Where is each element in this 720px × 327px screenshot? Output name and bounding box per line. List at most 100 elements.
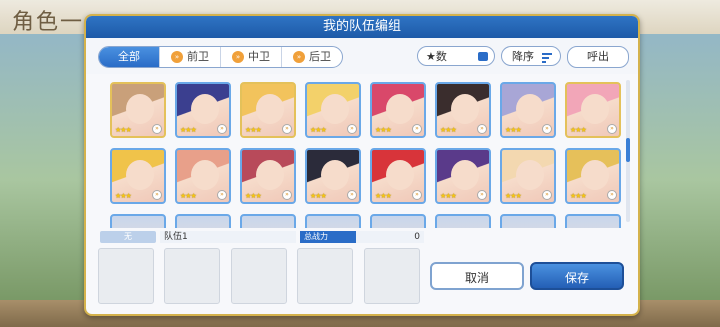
character-portrait <box>386 160 414 190</box>
character-grid: ★★★ » ★★★ » ★★★ » ★★★ » ★★★ » ★★★ » ★★★ » ★★★ » ★★★ » ★★★ »… <box>96 74 626 228</box>
character-portrait <box>191 94 219 124</box>
character-card[interactable]: ★★★ » <box>565 148 621 204</box>
star-rating: ★★★ <box>440 192 457 200</box>
team-slot-3[interactable] <box>231 248 287 304</box>
call-button[interactable]: 呼出 <box>567 46 629 68</box>
tab-back[interactable]: » 后卫 <box>282 47 342 67</box>
character-portrait <box>386 94 414 124</box>
cancel-button[interactable]: 取消 <box>430 262 524 290</box>
position-chevron-icon: » <box>282 124 292 134</box>
character-portrait <box>451 160 479 190</box>
chevron-right-icon: » <box>171 51 183 63</box>
star-rating: ★★★ <box>310 192 327 200</box>
character-card[interactable] <box>110 214 166 228</box>
character-card[interactable]: ★★★ » <box>435 82 491 138</box>
star-rating: ★★★ <box>310 126 327 134</box>
chevron-right-icon: » <box>293 51 305 63</box>
position-chevron-icon: » <box>542 190 552 200</box>
character-card[interactable] <box>240 214 296 228</box>
tab-label: 前卫 <box>187 50 209 63</box>
team-slot-2[interactable] <box>164 248 220 304</box>
team-edit-dialog: 我的队伍编组 全部 » 前卫 » 中卫 » 后卫 ★数 降序 呼出 ★★★ » … <box>84 14 640 316</box>
star-rating: ★★★ <box>505 192 522 200</box>
position-chevron-icon: » <box>412 124 422 134</box>
position-chevron-icon: » <box>152 124 162 134</box>
tab-front[interactable]: » 前卫 <box>160 47 221 67</box>
character-card[interactable]: ★★★ » <box>435 148 491 204</box>
team-slot-5[interactable] <box>364 248 420 304</box>
position-chevron-icon: » <box>542 124 552 134</box>
character-card[interactable] <box>175 214 231 228</box>
sort-lines-icon <box>542 53 552 65</box>
character-card[interactable]: ★★★ » <box>110 82 166 138</box>
sort-by-stars-button[interactable]: ★数 <box>417 46 495 66</box>
position-chevron-icon: » <box>152 190 162 200</box>
character-card[interactable] <box>500 214 556 228</box>
star-rating: ★★★ <box>245 126 262 134</box>
star-rating: ★★★ <box>440 126 457 134</box>
sort-order-label: 降序 <box>512 50 534 63</box>
team-slot-1[interactable] <box>98 248 154 304</box>
character-card[interactable]: ★★★ » <box>370 82 426 138</box>
grid-scrollbar[interactable] <box>626 80 630 222</box>
dialog-title: 我的队伍编组 <box>86 16 638 38</box>
character-portrait <box>126 160 154 190</box>
tab-all[interactable]: 全部 <box>99 47 160 67</box>
character-card[interactable]: ★★★ » <box>370 148 426 204</box>
character-portrait <box>126 94 154 124</box>
position-chevron-icon: » <box>217 190 227 200</box>
position-chevron-icon: » <box>607 124 617 134</box>
character-card[interactable]: ★★★ » <box>500 82 556 138</box>
character-portrait <box>256 160 284 190</box>
star-rating: ★★★ <box>115 126 132 134</box>
team-name[interactable]: 队伍1 <box>160 231 296 243</box>
filter-toolbar: 全部 » 前卫 » 中卫 » 后卫 ★数 降序 呼出 <box>86 38 638 74</box>
character-card[interactable]: ★★★ » <box>175 82 231 138</box>
position-chevron-icon: » <box>347 124 357 134</box>
character-card[interactable]: ★★★ » <box>305 148 361 204</box>
scrollbar-thumb[interactable] <box>626 138 630 162</box>
character-card[interactable]: ★★★ » <box>175 148 231 204</box>
save-button[interactable]: 保存 <box>530 262 624 290</box>
character-portrait <box>321 160 349 190</box>
tab-middle[interactable]: » 中卫 <box>221 47 282 67</box>
star-rating: ★★★ <box>375 126 392 134</box>
character-card[interactable]: ★★★ » <box>500 148 556 204</box>
character-card[interactable] <box>305 214 361 228</box>
star-rating: ★★★ <box>570 192 587 200</box>
team-slot-label: 无 <box>100 231 156 243</box>
character-card[interactable] <box>370 214 426 228</box>
sort-by-stars-label: ★数 <box>426 50 447 63</box>
star-rating: ★★★ <box>180 192 197 200</box>
position-chevron-icon: » <box>282 190 292 200</box>
star-rating: ★★★ <box>375 192 392 200</box>
sort-mode-icon <box>478 52 488 61</box>
chevron-right-icon: » <box>232 51 244 63</box>
character-card[interactable]: ★★★ » <box>240 82 296 138</box>
team-info-bar: 无 队伍1 总战力 0 <box>96 231 426 244</box>
character-card[interactable]: ★★★ » <box>305 82 361 138</box>
total-power-value: 0 <box>356 231 424 243</box>
star-rating: ★★★ <box>180 126 197 134</box>
character-card[interactable]: ★★★ » <box>240 148 296 204</box>
background-title: 角色一 <box>12 10 85 35</box>
character-card[interactable]: ★★★ » <box>565 82 621 138</box>
position-chevron-icon: » <box>477 124 487 134</box>
tab-label: 中卫 <box>248 50 270 63</box>
character-portrait <box>321 94 349 124</box>
team-slot-4[interactable] <box>297 248 353 304</box>
character-card[interactable]: ★★★ » <box>110 148 166 204</box>
character-card[interactable] <box>565 214 621 228</box>
sort-order-button[interactable]: 降序 <box>501 46 561 66</box>
star-rating: ★★★ <box>115 192 132 200</box>
star-rating: ★★★ <box>245 192 262 200</box>
tab-label: 后卫 <box>309 50 331 63</box>
character-card[interactable] <box>435 214 491 228</box>
character-portrait <box>256 94 284 124</box>
character-portrait <box>516 94 544 124</box>
position-chevron-icon: » <box>607 190 617 200</box>
character-portrait <box>581 94 609 124</box>
position-chevron-icon: » <box>477 190 487 200</box>
position-filter-tabs: 全部 » 前卫 » 中卫 » 后卫 <box>98 46 343 68</box>
star-rating: ★★★ <box>570 126 587 134</box>
